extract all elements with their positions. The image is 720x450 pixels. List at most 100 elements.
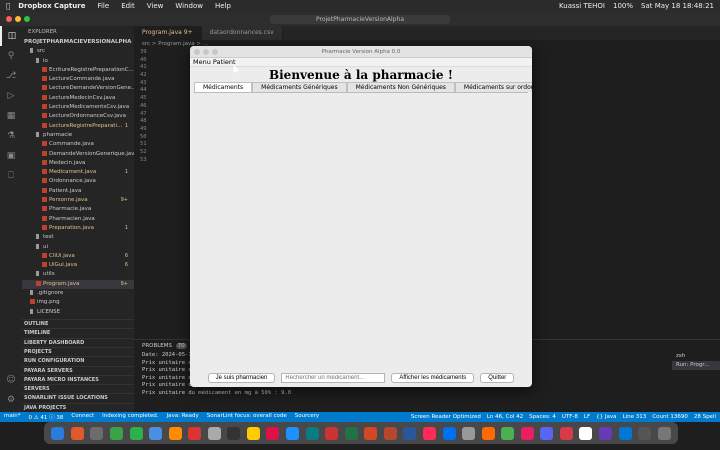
dock-app-icon[interactable]	[109, 426, 123, 440]
status-item[interactable]: Ln 46, Col 42	[487, 414, 523, 420]
menubar-item-view[interactable]: View	[147, 2, 164, 10]
source-control-icon[interactable]: ⎇	[0, 66, 22, 86]
explorer-row[interactable]: Ordonnance.java	[22, 177, 134, 186]
dock-app-icon[interactable]	[286, 426, 300, 440]
command-center-search[interactable]: ProjetPharmacieVersionAlpha	[270, 14, 450, 24]
menubar-user[interactable]: Kuassi TEHOI	[559, 2, 605, 10]
explorer-section[interactable]: RUN CONFIGURATION	[22, 356, 134, 365]
explorer-row[interactable]: LICENSE	[22, 308, 134, 317]
dock-app-icon[interactable]	[579, 426, 593, 440]
explorer-section[interactable]: PAYARA MICRO INSTANCES	[22, 374, 134, 384]
explorer-row[interactable]: LectureRegistrePreparati... 1	[22, 122, 134, 131]
explorer-row[interactable]: Personne.java 9+	[22, 196, 134, 205]
explorer-section[interactable]: SONARLINT ISSUE LOCATIONS	[22, 393, 134, 402]
menubar-item-window[interactable]: Window	[175, 2, 203, 10]
dock-app-icon[interactable]	[599, 426, 613, 440]
menubar-item-help[interactable]: Help	[215, 2, 231, 10]
explorer-row[interactable]: DemandeVersionGenerique.java	[22, 150, 134, 159]
dock-app-icon[interactable]	[422, 426, 436, 440]
status-item[interactable]: Sourcery	[295, 413, 319, 421]
run-debug-icon[interactable]: ▷	[0, 86, 22, 106]
menubar-item-edit[interactable]: Edit	[121, 2, 135, 10]
medicament-list-area[interactable]	[194, 94, 528, 370]
explorer-section[interactable]: LIBERTY DASHBOARD	[22, 337, 134, 347]
explorer-section[interactable]: TIMELINE	[22, 328, 134, 337]
status-item[interactable]: {} Java	[596, 414, 616, 420]
explorer-section[interactable]: JAVA PROJECTS	[22, 402, 134, 412]
status-item[interactable]: Connect	[71, 413, 94, 421]
dock-app-icon[interactable]	[462, 426, 476, 440]
explorer-row[interactable]: LectureDemandeVersionGene...	[22, 84, 134, 93]
status-item[interactable]: Screen Reader Optimized	[411, 414, 481, 420]
explorer-row[interactable]: Preparation.java 1	[22, 224, 134, 233]
menu-patient[interactable]: Menu Patient	[193, 58, 236, 66]
dock-app-icon[interactable]	[344, 426, 358, 440]
search-medicament-input[interactable]	[281, 373, 386, 383]
dock-app-icon[interactable]	[638, 426, 652, 440]
quitter-button[interactable]: Quitter	[480, 373, 515, 383]
explorer-row[interactable]: io	[22, 57, 134, 66]
close-window-button[interactable]	[6, 16, 12, 22]
dock-app-icon[interactable]	[188, 426, 202, 440]
menubar-item-file[interactable]: File	[97, 2, 109, 10]
status-item[interactable]: main*	[4, 413, 21, 421]
status-item[interactable]: Spaces: 4	[529, 414, 556, 420]
pharmacien-button[interactable]: Je suis pharmacien	[207, 373, 276, 383]
status-item[interactable]: Line 313	[623, 414, 647, 420]
explorer-row[interactable]: Medicament.java 1	[22, 168, 134, 177]
dock-app-icon[interactable]	[403, 426, 417, 440]
explorer-row[interactable]: LectureMedecinCsv.java	[22, 94, 134, 103]
extensions-icon[interactable]: ▦	[0, 106, 22, 126]
menubar-app-name[interactable]: Dropbox Capture	[18, 2, 85, 10]
app-zoom-button[interactable]	[212, 49, 218, 55]
explorer-row[interactable]: EcritureRegistrePreparationC...	[22, 66, 134, 75]
tab-dataordonnances-csv[interactable]: dataordonnances.csv	[201, 26, 283, 40]
explorer-row[interactable]: Patient.java	[22, 187, 134, 196]
status-item[interactable]: Count 13690	[652, 414, 688, 420]
status-item[interactable]: SonarLint focus: overall code	[207, 413, 287, 421]
explorer-row[interactable]: pharmacie	[22, 131, 134, 140]
explorer-row[interactable]: Program.java 9+	[22, 279, 134, 290]
menubar-datetime[interactable]: Sat May 18 18:48:21	[641, 2, 714, 10]
tab-medicaments-generiques[interactable]: Médicaments Génériques	[252, 82, 347, 92]
explorer-row[interactable]: img.png	[22, 298, 134, 307]
explorer-row[interactable]: Pharmacien.java	[22, 215, 134, 224]
remote-icon[interactable]: ⎕	[0, 166, 22, 186]
minimize-window-button[interactable]	[15, 16, 21, 22]
search-icon[interactable]: ⚲	[0, 46, 22, 66]
dock-app-icon[interactable]	[90, 426, 104, 440]
dock-app-icon[interactable]	[657, 426, 671, 440]
battery-level[interactable]: 100%	[613, 2, 633, 10]
testing-icon[interactable]: ⚗	[0, 126, 22, 146]
explorer-row[interactable]: src	[22, 47, 134, 56]
account-icon[interactable]: ☺	[0, 370, 22, 390]
dock-app-icon[interactable]	[129, 426, 143, 440]
terminal-item-run[interactable]: Run: Progr...	[672, 361, 720, 370]
explorer-row[interactable]: Commande.java	[22, 140, 134, 149]
tab-problems[interactable]: PROBLEMS	[142, 343, 172, 349]
dock-app-icon[interactable]	[149, 426, 163, 440]
status-item[interactable]: 28 Spell	[694, 414, 716, 420]
tab-medicaments-non-generiques[interactable]: Médicaments Non Génériques	[346, 82, 455, 92]
status-item[interactable]: LF	[584, 414, 590, 420]
dock-app-icon[interactable]	[227, 426, 241, 440]
dock-app-icon[interactable]	[481, 426, 495, 440]
dock-app-icon[interactable]	[559, 426, 573, 440]
dock-app-icon[interactable]	[266, 426, 280, 440]
apple-icon[interactable]: 	[6, 2, 10, 10]
dock-app-icon[interactable]	[168, 426, 182, 440]
explorer-icon[interactable]: ◫	[0, 26, 22, 46]
dock-app-icon[interactable]	[207, 426, 221, 440]
dock-app-icon[interactable]	[618, 426, 632, 440]
explorer-row[interactable]: UiGui.java 6	[22, 261, 134, 270]
explorer-row[interactable]: LectureOrdonnanceCsv.java	[22, 112, 134, 121]
dock-app-icon[interactable]	[305, 426, 319, 440]
status-item[interactable]: Java: Ready	[167, 413, 199, 421]
dock-app-icon[interactable]	[246, 426, 260, 440]
tab-program-java[interactable]: Program.java 9+	[134, 26, 202, 40]
project-root[interactable]: PROJETPHARMACIEVERSIONALPHA	[22, 38, 134, 47]
tab-medicaments-ordonnance[interactable]: Médicaments sur ordonnance	[454, 82, 532, 92]
dock-app-icon[interactable]	[383, 426, 397, 440]
explorer-row[interactable]: test	[22, 233, 134, 242]
status-item[interactable]: 0 ⚠ 41 ⓘ 38	[29, 413, 64, 421]
